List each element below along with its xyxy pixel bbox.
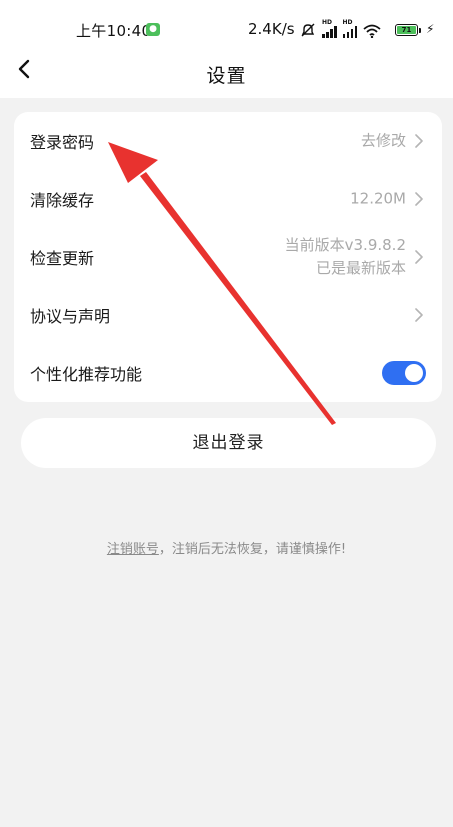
battery-icon: 71 (395, 24, 421, 36)
chevron-right-icon (415, 192, 423, 206)
chevron-right-icon (415, 134, 423, 148)
toggle-knob (405, 364, 423, 382)
setting-label: 协议与声明 (30, 307, 111, 326)
setting-label: 检查更新 (30, 249, 95, 268)
setting-row-check-update[interactable]: 检查更新 当前版本v3.9.8.2 已是最新版本 (14, 228, 442, 286)
chevron-right-icon (415, 250, 423, 264)
cancel-account-warning: ，注销后无法恢复，请谨慎操作! (158, 542, 347, 557)
personalized-recommendation-toggle[interactable] (382, 361, 426, 385)
logout-button[interactable]: 退出登录 (21, 418, 436, 468)
chat-notification-icon: ● (146, 23, 160, 36)
chevron-right-icon (415, 308, 423, 322)
setting-label: 清除缓存 (30, 191, 95, 210)
setting-row-personalized-recommendation: 个性化推荐功能 (14, 344, 442, 402)
status-time: 上午10:40 (76, 22, 152, 40)
setting-row-clear-cache[interactable]: 清除缓存 12.20M (14, 170, 442, 228)
settings-page: 上午10:40 ● 2.4K/s HD HD 71 ⚡ 设置 登录密码 去修改 … (0, 0, 453, 827)
mute-icon (301, 23, 315, 37)
setting-label: 登录密码 (30, 133, 95, 152)
settings-card: 登录密码 去修改 清除缓存 12.20M 检查更新 当前版本v3.9.8.2 已… (14, 112, 442, 402)
cache-size: 12.20M (350, 189, 406, 208)
current-version: 当前版本v3.9.8.2 (284, 236, 406, 254)
wifi-icon (363, 24, 381, 38)
network-speed: 2.4K/s (248, 20, 295, 38)
setting-row-login-password[interactable]: 登录密码 去修改 (14, 112, 442, 170)
signal-1-icon: HD (322, 19, 337, 38)
cancel-account-note: 注销账号，注销后无法恢复，请谨慎操作! (0, 538, 453, 557)
setting-value: 去修改 (360, 131, 406, 150)
update-status: 已是最新版本 (315, 259, 406, 277)
signal-2-icon: HD (342, 19, 357, 38)
battery-level: 71 (397, 26, 416, 34)
cancel-account-link[interactable]: 注销账号 (107, 542, 159, 557)
setting-label: 个性化推荐功能 (30, 365, 143, 384)
status-bar: 上午10:40 ● 2.4K/s HD HD 71 ⚡ (0, 0, 453, 48)
setting-row-agreement[interactable]: 协议与声明 (14, 286, 442, 344)
charging-icon: ⚡ (426, 22, 435, 36)
version-info: 当前版本v3.9.8.2 已是最新版本 (285, 234, 406, 280)
nav-header: 设置 (0, 48, 453, 98)
status-icons: HD HD (300, 19, 381, 38)
page-title: 设置 (206, 65, 247, 87)
